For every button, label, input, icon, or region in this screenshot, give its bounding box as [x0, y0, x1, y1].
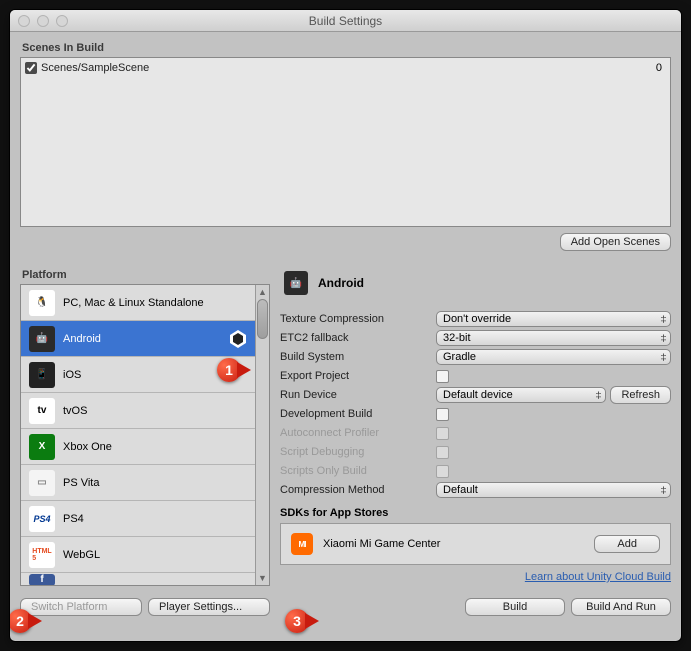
window-controls — [18, 15, 68, 27]
facebook-icon: f — [29, 574, 55, 586]
sdk-name: Xiaomi Mi Game Center — [323, 538, 440, 550]
psvita-icon: ▭ — [29, 470, 55, 496]
window-title: Build Settings — [10, 10, 681, 32]
ps4-icon: PS4 — [29, 506, 55, 532]
scenes-label: Scenes In Build — [22, 42, 671, 54]
android-icon: 🤖 — [29, 326, 55, 352]
scene-checkbox[interactable] — [25, 62, 37, 74]
sdk-add-button[interactable]: Add — [594, 535, 660, 553]
platform-webgl[interactable]: HTML5 WebGL — [21, 537, 255, 573]
platform-list: 🐧 PC, Mac & Linux Standalone 🤖 Android 📱 — [20, 284, 270, 586]
xiaomi-icon: MI — [291, 533, 313, 555]
platform-psvita[interactable]: ▭ PS Vita — [21, 465, 255, 501]
sdk-label: SDKs for App Stores — [280, 507, 671, 519]
build-system-select[interactable]: Gradle — [436, 349, 671, 365]
platform-pc[interactable]: 🐧 PC, Mac & Linux Standalone — [21, 285, 255, 321]
scripts-only-checkbox — [436, 465, 449, 478]
build-button[interactable]: Build — [465, 598, 565, 616]
compression-method-select[interactable]: Default — [436, 482, 671, 498]
detail-title: Android — [318, 276, 364, 290]
platform-scrollbar[interactable] — [255, 285, 269, 585]
texture-compression-select[interactable]: Don't override — [436, 311, 671, 327]
callout-2: 2 — [9, 609, 32, 633]
run-device-select[interactable]: Default device — [436, 387, 606, 403]
close-dot[interactable] — [18, 15, 30, 27]
script-debugging-checkbox — [436, 446, 449, 459]
platform-detail: 🤖 Android Texture CompressionDon't overr… — [280, 265, 671, 586]
webgl-icon: HTML5 — [29, 542, 55, 568]
refresh-button[interactable]: Refresh — [610, 386, 671, 404]
platform-android[interactable]: 🤖 Android — [21, 321, 255, 357]
ios-icon: 📱 — [29, 362, 55, 388]
autoconnect-profiler-checkbox — [436, 427, 449, 440]
platform-label: Platform — [22, 269, 270, 281]
scene-name: Scenes/SampleScene — [41, 62, 149, 74]
platform-ps4[interactable]: PS4 PS4 — [21, 501, 255, 537]
build-and-run-button[interactable]: Build And Run — [571, 598, 671, 616]
etc2-fallback-select[interactable]: 32-bit — [436, 330, 671, 346]
build-settings-window: Build Settings Scenes In Build Scenes/Sa… — [9, 9, 682, 642]
development-build-checkbox[interactable] — [436, 408, 449, 421]
android-detail-icon: 🤖 — [284, 271, 308, 295]
platform-tvos[interactable]: tv tvOS — [21, 393, 255, 429]
add-open-scenes-button[interactable]: Add Open Scenes — [560, 233, 671, 251]
callout-3: 3 — [285, 609, 309, 633]
scrollbar-thumb[interactable] — [257, 299, 268, 339]
export-project-checkbox[interactable] — [436, 370, 449, 383]
player-settings-button[interactable]: Player Settings... — [148, 598, 270, 616]
unity-icon — [227, 328, 249, 350]
scene-row[interactable]: Scenes/SampleScene — [25, 62, 666, 74]
pc-icon: 🐧 — [29, 290, 55, 316]
zoom-dot[interactable] — [56, 15, 68, 27]
scenes-list[interactable]: Scenes/SampleScene 0 — [20, 57, 671, 227]
platform-xbox[interactable]: X Xbox One — [21, 429, 255, 465]
scene-index: 0 — [656, 62, 662, 74]
xbox-icon: X — [29, 434, 55, 460]
tvos-icon: tv — [29, 398, 55, 424]
callout-1: 1 — [217, 358, 241, 382]
platform-facebook[interactable]: f — [21, 573, 255, 585]
cloud-build-link[interactable]: Learn about Unity Cloud Build — [280, 571, 671, 583]
minimize-dot[interactable] — [37, 15, 49, 27]
sdk-box: MI Xiaomi Mi Game Center Add — [280, 523, 671, 565]
